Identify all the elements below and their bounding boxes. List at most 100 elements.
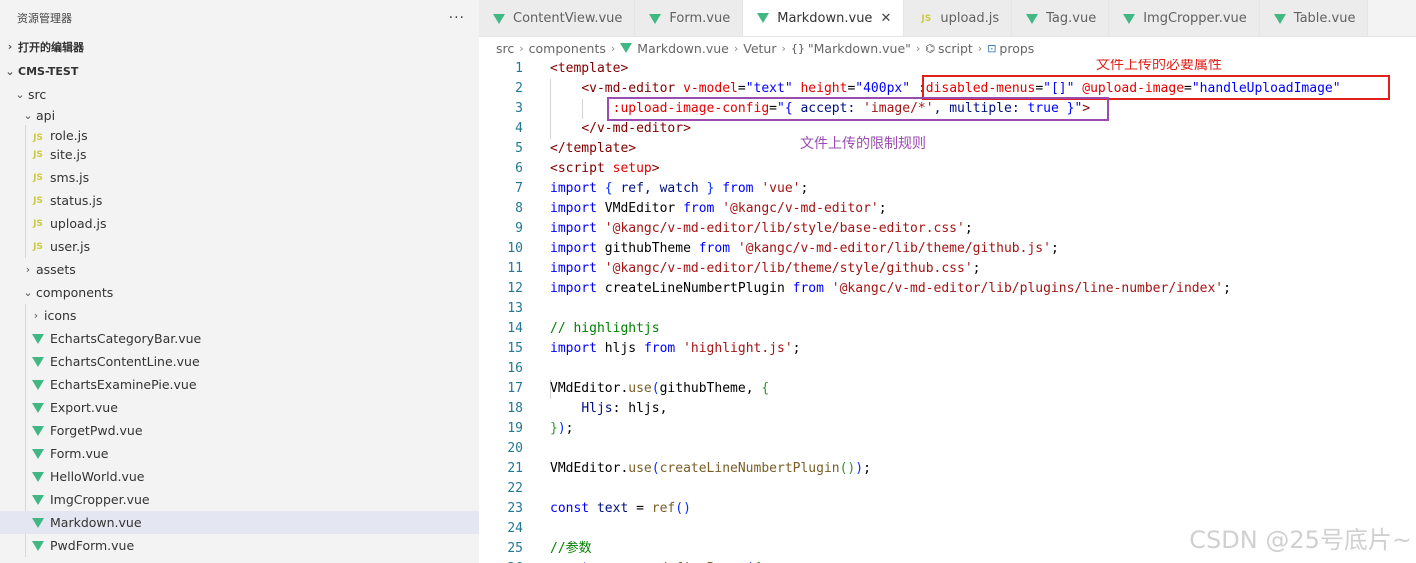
breadcrumb-props[interactable]: props: [999, 41, 1034, 56]
line-number-text: 5: [515, 141, 523, 156]
open-editors-label: 打开的编辑器: [18, 40, 84, 54]
editor-tab[interactable]: Tag.vue: [1012, 0, 1110, 36]
line-number-text: 10: [507, 241, 523, 256]
line-number: 4: [479, 119, 1416, 139]
line-number-text: 17: [507, 381, 523, 396]
line-number: 8: [479, 199, 1416, 219]
editor-tab[interactable]: Form.vue: [635, 0, 744, 36]
project-label: CMS-TEST: [18, 65, 79, 78]
line-number-text: 14: [507, 321, 523, 336]
file-label: status.js: [50, 193, 103, 208]
js-file-icon: JS: [33, 241, 43, 252]
folder-components[interactable]: ⌄ components: [0, 281, 479, 304]
code-editor[interactable]: <template> <v-md-editor v-model="text" h…: [479, 59, 1416, 563]
api-file-list: JS role.js JS site.js JS sms.js JS status.js JS u…: [0, 125, 479, 258]
components-folder-content: › icons EchartsCategoryBar.vue EchartsCon…: [0, 304, 479, 557]
line-number-text: 3: [515, 101, 523, 116]
file-item[interactable]: JS site.js: [0, 143, 479, 166]
close-icon[interactable]: ✕: [880, 11, 891, 26]
file-label: upload.js: [50, 216, 107, 231]
required-attr-annotation: 文件上传的必要属性: [1096, 59, 1222, 73]
folder-icons[interactable]: › icons: [0, 304, 479, 327]
tab-label: Tag.vue: [1046, 11, 1097, 26]
breadcrumb-src[interactable]: src: [496, 41, 514, 56]
file-item[interactable]: JS status.js: [0, 189, 479, 212]
tab-label: ContentView.vue: [513, 11, 623, 26]
editor-tab[interactable]: Markdown.vue ✕: [743, 0, 905, 36]
line-number: 12: [479, 279, 1416, 299]
line-number-text: 25: [507, 541, 523, 556]
vue-file-icon: [32, 448, 44, 459]
file-item[interactable]: JS sms.js: [0, 166, 479, 189]
more-actions-icon[interactable]: ···: [449, 10, 465, 26]
open-editors-section[interactable]: › 打开的编辑器: [0, 35, 479, 58]
vue-file-icon: [32, 540, 44, 551]
line-number-text: 4: [515, 121, 523, 136]
component-file-list: EchartsCategoryBar.vue EchartsContentLine…: [0, 327, 479, 557]
tab-label: Table.vue: [1293, 11, 1356, 26]
file-item[interactable]: EchartsCategoryBar.vue: [0, 327, 479, 350]
chevron-down-icon: ⌄: [15, 88, 25, 101]
vue-file-icon: [32, 494, 44, 505]
file-label: site.js: [50, 147, 87, 162]
breadcrumb-script[interactable]: script: [938, 41, 973, 56]
line-number-text: 12: [507, 281, 523, 296]
line-number-text: 15: [507, 341, 523, 356]
file-item[interactable]: ForgetPwd.vue: [0, 419, 479, 442]
line-number: 17: [479, 379, 1416, 399]
chevron-right-icon: ›: [33, 309, 39, 322]
vue-file-icon: [32, 356, 44, 367]
file-item[interactable]: ImgCropper.vue: [0, 488, 479, 511]
editor-tab[interactable]: ContentView.vue: [479, 0, 636, 36]
file-label: user.js: [50, 239, 91, 254]
folder-label: icons: [44, 308, 77, 323]
breadcrumb-object[interactable]: "Markdown.vue": [808, 41, 911, 56]
file-item[interactable]: EchartsContentLine.vue: [0, 350, 479, 373]
file-item[interactable]: JS upload.js: [0, 212, 479, 235]
breadcrumb-vetur[interactable]: Vetur: [743, 41, 776, 56]
line-number-text: 19: [507, 421, 523, 436]
file-item[interactable]: JS role.js: [0, 125, 479, 143]
line-number: 18: [479, 399, 1416, 419]
project-section[interactable]: ⌄ CMS-TEST: [0, 60, 479, 83]
breadcrumb-file[interactable]: Markdown.vue: [637, 41, 729, 56]
breadcrumb-components[interactable]: components: [529, 41, 606, 56]
file-label: ForgetPwd.vue: [50, 423, 143, 438]
line-number-text: 7: [515, 181, 523, 196]
chevron-down-icon: ⌄: [5, 65, 15, 78]
folder-assets[interactable]: › assets: [0, 258, 479, 281]
vue-file-icon: [1026, 13, 1039, 24]
file-item[interactable]: Form.vue: [0, 442, 479, 465]
editor-tab[interactable]: Table.vue: [1259, 0, 1369, 36]
explorer-header: 资源管理器 ···: [0, 0, 479, 35]
line-number: 15: [479, 339, 1416, 359]
symbol-icon: ⌬: [925, 41, 935, 55]
file-item[interactable]: JS user.js: [0, 235, 479, 258]
line-number: 23: [479, 499, 1416, 519]
rule-config-highlight-box: [607, 97, 1109, 121]
file-item[interactable]: Markdown.vue: [0, 511, 479, 534]
editor-tab[interactable]: ImgCropper.vue: [1109, 0, 1260, 36]
line-number-text: 9: [515, 221, 523, 236]
folder-src[interactable]: ⌄ src: [0, 83, 479, 106]
vue-file-icon: [32, 402, 44, 413]
file-item[interactable]: EchartsExaminePie.vue: [0, 373, 479, 396]
tab-label: upload.js: [940, 11, 1000, 26]
line-number: 22: [479, 479, 1416, 499]
folder-api[interactable]: ⌄ api: [0, 106, 479, 125]
vue-file-icon: [1273, 13, 1286, 24]
file-label: EchartsContentLine.vue: [50, 354, 200, 369]
vue-file-icon: [32, 517, 44, 528]
js-file-icon: JS: [33, 133, 43, 143]
file-label: Markdown.vue: [50, 515, 142, 530]
file-label: PwdForm.vue: [50, 538, 135, 553]
file-item[interactable]: Export.vue: [0, 396, 479, 419]
line-number-text: 26: [479, 559, 523, 563]
file-item[interactable]: HelloWorld.vue: [0, 465, 479, 488]
editor-tab[interactable]: JS upload.js: [904, 0, 1013, 36]
tab-label: Form.vue: [669, 11, 731, 26]
file-label: Form.vue: [50, 446, 109, 461]
line-number: 9: [479, 219, 1416, 239]
file-label: EchartsCategoryBar.vue: [50, 331, 202, 346]
file-item[interactable]: PwdForm.vue: [0, 534, 479, 557]
